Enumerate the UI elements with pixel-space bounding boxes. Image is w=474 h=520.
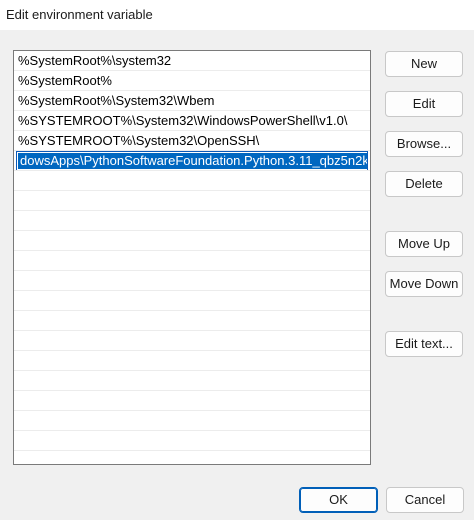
empty-row[interactable] [14,371,370,391]
new-button[interactable]: New [385,51,463,77]
browse-button[interactable]: Browse... [385,131,463,157]
empty-row[interactable] [14,391,370,411]
empty-row[interactable] [14,431,370,451]
list-item-edit-field[interactable]: dowsApps\PythonSoftwareFoundation.Python… [16,151,368,170]
ok-button[interactable]: OK [299,487,378,513]
move-down-button[interactable]: Move Down [385,271,463,297]
edit-environment-variable-dialog: Edit environment variable %SystemRoot%\s… [0,0,474,520]
list-item[interactable]: %SYSTEMROOT%\System32\WindowsPowerShell\… [14,111,370,131]
empty-row[interactable] [14,191,370,211]
edit-text-button[interactable]: Edit text... [385,331,463,357]
empty-row[interactable] [14,351,370,371]
selected-text[interactable]: dowsApps\PythonSoftwareFoundation.Python… [18,153,367,169]
edit-button[interactable]: Edit [385,91,463,117]
empty-row[interactable] [14,311,370,331]
empty-row[interactable] [14,251,370,271]
empty-row[interactable] [14,411,370,431]
window-title: Edit environment variable [6,7,153,22]
move-up-button[interactable]: Move Up [385,231,463,257]
empty-row[interactable] [14,291,370,311]
title-bar[interactable]: Edit environment variable [0,0,474,30]
delete-button[interactable]: Delete [385,171,463,197]
path-list[interactable]: %SystemRoot%\system32 %SystemRoot% %Syst… [13,50,371,465]
list-item[interactable]: %SystemRoot% [14,71,370,91]
list-item[interactable]: %SystemRoot%\System32\Wbem [14,91,370,111]
cancel-button[interactable]: Cancel [386,487,464,513]
empty-row[interactable] [14,171,370,191]
list-item[interactable]: %SystemRoot%\system32 [14,51,370,71]
empty-row[interactable] [14,271,370,291]
list-item[interactable]: %SYSTEMROOT%\System32\OpenSSH\ [14,131,370,151]
empty-row[interactable] [14,211,370,231]
list-item-editing[interactable]: dowsApps\PythonSoftwareFoundation.Python… [14,151,370,171]
empty-row[interactable] [14,231,370,251]
empty-row[interactable] [14,331,370,351]
